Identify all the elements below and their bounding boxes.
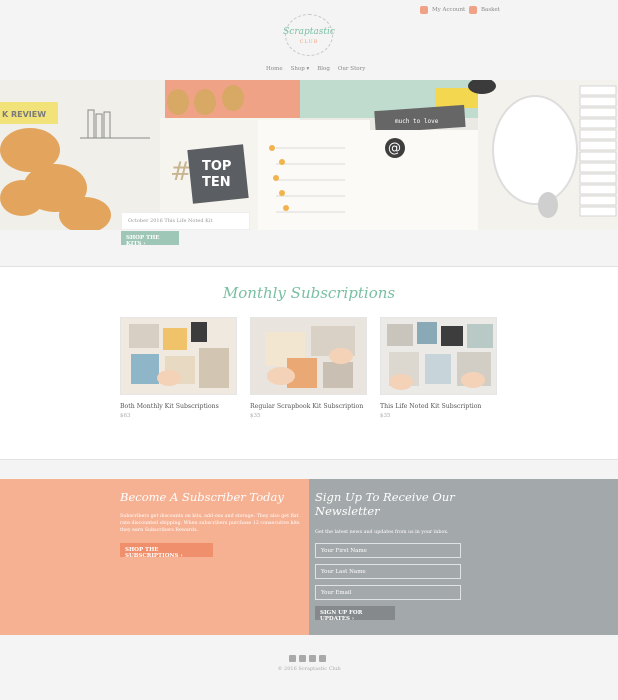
sign-up-button[interactable]: SIGN UP FOR UPDATES › [315, 606, 395, 622]
product-image[interactable] [380, 317, 497, 395]
hero-review-text: K REVIEW [2, 110, 46, 119]
subscriptions-title: Monthly Subscriptions [222, 284, 396, 302]
subscription-name[interactable]: Regular Scrapbook Kit Subscription [250, 403, 367, 410]
logo-text: Scraptastic [283, 27, 335, 37]
nav-shop[interactable]: Shop ▾ [291, 66, 310, 72]
twitter-icon[interactable] [299, 655, 306, 662]
shop-subscriptions-button[interactable]: SHOP THE SUBSCRIPTIONS › [120, 543, 213, 559]
product-image[interactable] [250, 317, 367, 395]
hero-hash-text: # [170, 157, 192, 187]
logo-subtext: CLUB [299, 39, 319, 45]
basket-label: Basket [481, 7, 500, 13]
nav-our-story[interactable]: Our Story [338, 66, 365, 72]
subscription-card[interactable]: Both Monthly Kit Subscriptions $63 [120, 317, 237, 419]
subscription-card[interactable]: Regular Scrapbook Kit Subscription $35 [250, 317, 367, 419]
hero-top-text: TOP [202, 159, 231, 174]
subscriber-title: Become A Subscriber Today [120, 490, 284, 504]
shop-the-kits-button[interactable]: SHOP THE KITS › [121, 231, 179, 247]
hero-caption: October 2016 This Life Noted Kit [121, 212, 250, 230]
email-field[interactable]: Your Email [315, 585, 461, 600]
hero-tape-text: much to love [395, 118, 439, 125]
last-name-field[interactable]: Your Last Name [315, 564, 461, 579]
user-icon [420, 6, 428, 14]
newsletter-text: Get the latest news and updates from us … [315, 530, 449, 535]
product-image[interactable] [120, 317, 237, 395]
subscription-price: $35 [250, 413, 261, 419]
section-divider [0, 459, 618, 460]
subscription-price: $63 [120, 413, 131, 419]
subscription-name[interactable]: Both Monthly Kit Subscriptions [120, 403, 237, 410]
main-nav: Home Shop ▾ Blog Our Story [266, 66, 365, 72]
social-links [289, 655, 326, 662]
hero-ten-text: TEN [202, 175, 231, 190]
facebook-icon[interactable] [289, 655, 296, 662]
newsletter-title: Sign Up To Receive Our Newsletter [315, 490, 455, 518]
nav-home[interactable]: Home [266, 66, 283, 72]
copyright: © 2016 Scraptastic Club [277, 666, 341, 672]
basket-link[interactable]: Basket [469, 6, 500, 14]
my-account-label: My Account [432, 7, 466, 13]
my-account-link[interactable]: My Account [420, 6, 465, 14]
subscription-name[interactable]: This Life Noted Kit Subscription [380, 403, 497, 410]
site-logo[interactable]: Scraptastic CLUB [283, 14, 335, 60]
first-name-field[interactable]: Your First Name [315, 543, 461, 558]
subscriber-text: Subscribers get discounts on kits, add-o… [120, 514, 300, 533]
hero-image: K REVIEW # TOP TEN much to love @ [0, 80, 618, 230]
basket-icon [469, 6, 477, 14]
instagram-icon[interactable] [309, 655, 316, 662]
subscription-price: $35 [380, 413, 391, 419]
nav-blog[interactable]: Blog [317, 66, 330, 72]
subscription-card[interactable]: This Life Noted Kit Subscription $35 [380, 317, 497, 419]
pinterest-icon[interactable] [319, 655, 326, 662]
hero-at-text: @ [388, 141, 401, 156]
hero-banner: K REVIEW # TOP TEN much to love @ [0, 80, 618, 230]
